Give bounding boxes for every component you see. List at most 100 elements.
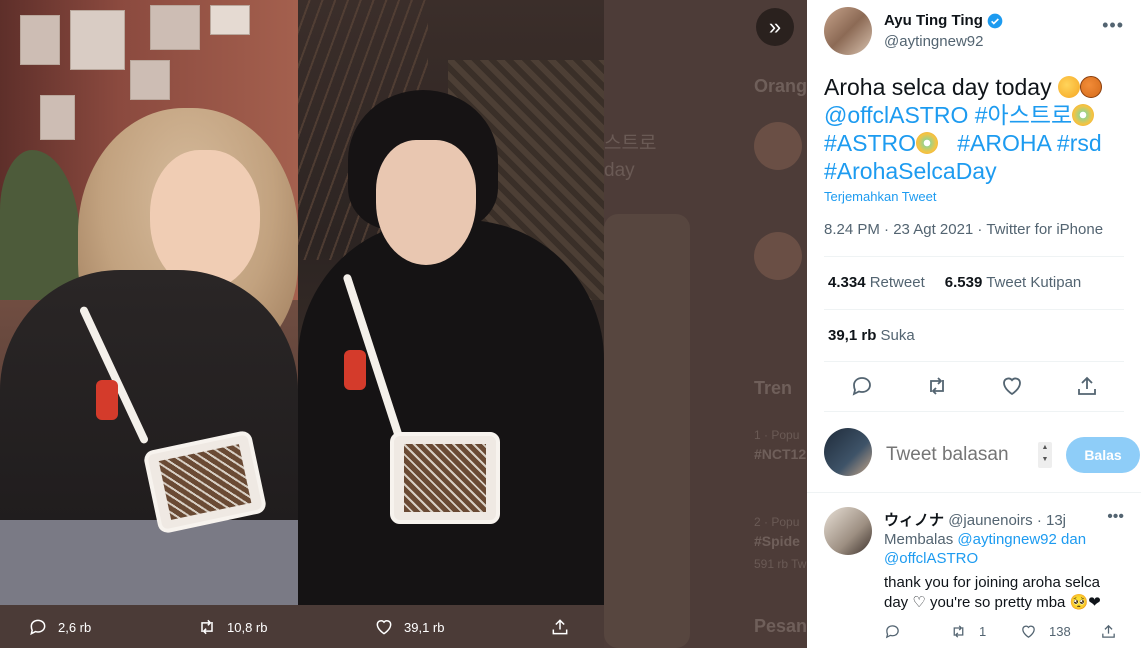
background-heading: Tren [754, 378, 793, 398]
hashtag-link[interactable]: #rsd [1057, 130, 1102, 156]
background-text: 스트로 [604, 133, 657, 154]
hashtag-link[interactable]: #ArohaSelcaDay [824, 158, 997, 184]
quote-stat-label: Tweet Kutipan [986, 274, 1082, 291]
background-heading: Pesan [754, 616, 807, 636]
retweet-stat-label: Retweet [869, 274, 925, 291]
tweet-text: Aroha selca day today @offclASTRO #아스트로 … [824, 73, 1129, 185]
hashtag-link[interactable]: #아스트로 [975, 102, 1072, 128]
reply-time[interactable]: · 13j [1037, 512, 1066, 529]
replying-to: Membalas @aytingnew92 dan @offclASTRO [884, 530, 1124, 568]
wall-paper [210, 5, 250, 35]
wall-paper [130, 60, 170, 100]
tweet-stats: 4.334 Retweet 6.539 Tweet Kutipan [828, 274, 1081, 291]
media-action-bar: 2,6 rb 10,8 rb 39,1 rb [0, 605, 604, 648]
tweet-action-bar [824, 370, 1124, 402]
mention-link[interactable]: @offclASTRO [884, 550, 978, 567]
stepper-arrows-icon[interactable]: ▲ ▼ [1038, 442, 1052, 468]
author-handle[interactable]: @aytingnew92 [884, 33, 983, 50]
media-reply-button[interactable]: 2,6 rb [28, 617, 91, 637]
retweet-icon[interactable] [925, 374, 949, 398]
media-viewer: Orang 스트로 day Tren 1 · Popu #NCT12 2 · P… [0, 0, 807, 648]
heart-icon [376, 620, 392, 635]
reply-icon[interactable] [850, 374, 874, 398]
author-name-text: Ayu Ting Ting [884, 12, 983, 29]
reply-like-button[interactable]: 138 [1020, 623, 1071, 640]
reply-text: thank you for joining aroha selca day ♡ … [884, 574, 1101, 611]
person-jeans [0, 520, 298, 605]
divider [824, 411, 1124, 412]
replying-and: dan [1061, 531, 1087, 548]
background-trend: #Spide [754, 533, 800, 549]
replying-prefix: Membalas [884, 531, 954, 548]
photo-1[interactable] [0, 0, 298, 605]
avatar[interactable] [824, 7, 872, 55]
hashtag-link[interactable]: #ASTRO [824, 130, 916, 156]
reply-input[interactable] [886, 442, 1026, 468]
more-options-icon[interactable]: ••• [1107, 508, 1124, 526]
background-trend-meta: 2 · Popu [754, 515, 800, 529]
media-like-button[interactable]: 39,1 rb [374, 617, 444, 637]
reply-like-count: 138 [1049, 624, 1071, 639]
reply-reply-button[interactable] [884, 623, 913, 640]
media-like-count: 39,1 rb [404, 619, 445, 635]
retweet-stat-value: 4.334 [828, 274, 866, 291]
share-icon [1102, 624, 1115, 638]
reply-author-name[interactable]: ウィノナ [884, 512, 944, 529]
tweet-text-line: Aroha selca day today [824, 74, 1052, 100]
background-trend-meta: 1 · Popu [754, 428, 800, 442]
background-avatar [754, 232, 802, 280]
translate-tweet-link[interactable]: Terjemahkan Tweet [824, 189, 937, 204]
reply-retweet-button[interactable]: 1 [950, 623, 986, 640]
reply-action-bar: 1 138 [884, 623, 1124, 643]
photo-2[interactable] [298, 0, 604, 605]
smiling-face-with-hearts-icon [1057, 76, 1080, 98]
media-share-button[interactable] [550, 617, 580, 637]
collapse-panel-button[interactable]: » [756, 8, 794, 46]
quote-stat[interactable]: 6.539 Tweet Kutipan [945, 274, 1082, 291]
like-stat[interactable]: 39,1 rb Suka [828, 327, 915, 344]
star-emblem-icon [916, 132, 939, 154]
mention-link[interactable]: @offclASTRO [824, 102, 968, 128]
verified-badge-icon [987, 13, 1003, 28]
reply-icon [885, 625, 899, 639]
wall-paper [40, 95, 75, 140]
hashtag-link[interactable]: #AROHA [957, 130, 1050, 156]
background-text: day [604, 160, 635, 181]
share-icon[interactable] [1075, 374, 1099, 398]
reply-retweet-count: 1 [979, 624, 987, 639]
share-icon [552, 619, 568, 635]
reply-tweet[interactable]: ウィノナ @jaunenoirs · 13j ••• Membalas @ayt… [824, 505, 1129, 648]
heart-icon [1022, 625, 1035, 638]
reply-share-button[interactable] [1100, 623, 1129, 640]
avatar[interactable] [824, 507, 872, 555]
reply-header: ウィノナ @jaunenoirs · 13j [884, 509, 1066, 530]
bag [390, 432, 500, 524]
heart-icon[interactable] [1000, 374, 1024, 398]
chevron-right-icon: » [768, 14, 782, 39]
background-trend-count: 591 rb Tw [754, 557, 807, 571]
mention-link[interactable]: @aytingnew92 [957, 531, 1056, 548]
tweet-author: Ayu Ting Ting @aytingnew92 ••• [824, 7, 1124, 57]
background-heading: Orang [754, 76, 807, 96]
reply-icon [30, 619, 46, 636]
retweet-icon [201, 619, 213, 635]
retweet-stat[interactable]: 4.334 Retweet [828, 274, 925, 291]
wall-paper [20, 15, 60, 65]
divider [824, 361, 1124, 362]
quote-stat-value: 6.539 [944, 274, 983, 291]
bag-tag [344, 350, 366, 390]
reply-submit-button[interactable]: Balas [1066, 437, 1140, 473]
person-face [150, 150, 260, 290]
star-emblem-icon [1072, 104, 1095, 126]
media-retweet-button[interactable]: 10,8 rb [197, 617, 267, 637]
background-trend: #NCT12 [754, 446, 807, 462]
background-card [604, 214, 690, 648]
more-options-icon[interactable]: ••• [1102, 15, 1124, 36]
reply-composer: ▲▼ Balas [824, 428, 1140, 480]
author-name[interactable]: Ayu Ting Ting [884, 12, 1003, 29]
reply-author-handle[interactable]: @jaunenoirs [948, 512, 1032, 529]
basketball-icon [1079, 76, 1102, 98]
like-stat-label: Suka [880, 327, 915, 344]
divider [807, 492, 1141, 493]
tweet-timestamp[interactable]: 8.24 PM · 23 Agt 2021 · Twitter for iPho… [824, 221, 1103, 238]
